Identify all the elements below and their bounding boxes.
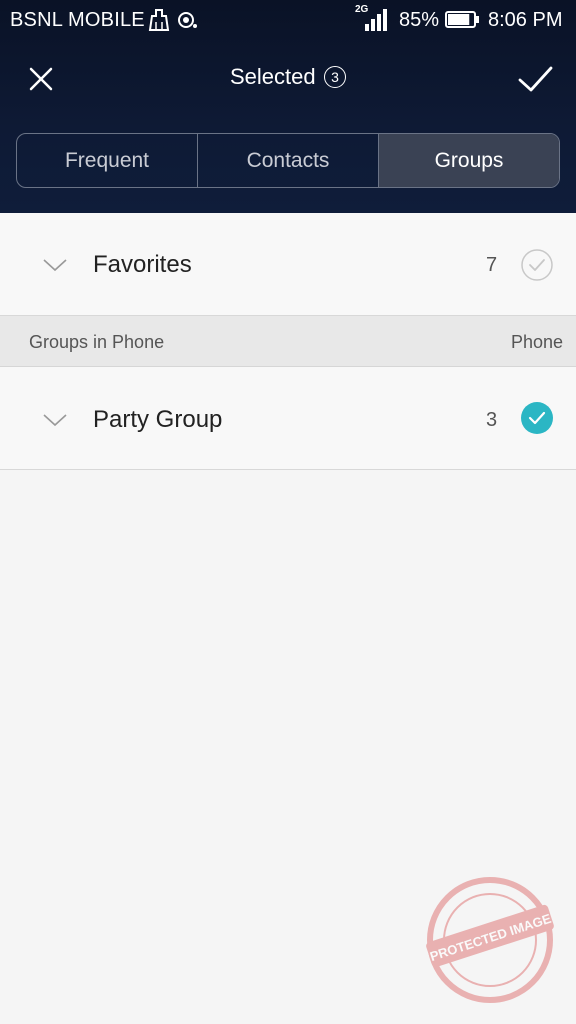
battery-icon — [445, 11, 479, 28]
carrier-name: BSNL MOBILE — [10, 9, 145, 31]
section-header: Groups in Phone Phone — [0, 316, 576, 367]
title-bar: Selected 3 — [0, 64, 576, 90]
group-row[interactable]: Party Group 3 — [0, 367, 576, 470]
unchecked-circle-icon[interactable] — [521, 249, 553, 281]
tab-contacts[interactable]: Contacts — [197, 134, 378, 187]
cleaner-icon — [148, 8, 170, 37]
tab-groups[interactable]: Groups — [378, 134, 559, 187]
favorites-row[interactable]: Favorites 7 — [0, 213, 576, 316]
chevron-down-icon[interactable] — [42, 257, 68, 273]
tab-frequent[interactable]: Frequent — [17, 134, 197, 187]
group-name: Favorites — [93, 251, 192, 278]
section-account-label: Phone — [510, 332, 563, 352]
clock: 8:06 PM — [488, 9, 563, 31]
sync-icon — [176, 8, 198, 37]
check-icon[interactable] — [514, 60, 556, 98]
member-count: 7 — [486, 254, 498, 276]
chevron-down-icon[interactable] — [42, 412, 68, 428]
battery-percent: 85% — [399, 9, 440, 31]
signal-icon — [365, 9, 387, 31]
header: BSNL MOBILE 2G 85% 8:06 PM Selected 3 Fr… — [0, 0, 576, 213]
member-count: 3 — [486, 409, 498, 431]
section-title: Groups in Phone — [29, 332, 165, 352]
tab-bar: Frequent Contacts Groups — [16, 133, 560, 188]
selected-count-badge: 3 — [324, 66, 347, 88]
page-title: Selected — [229, 64, 316, 89]
watermark-stamp: PROTECTED IMAGE — [426, 877, 554, 1003]
group-name: Party Group — [93, 406, 223, 433]
status-bar: BSNL MOBILE 2G 85% 8:06 PM — [0, 0, 576, 40]
checked-circle-icon[interactable] — [521, 402, 553, 434]
